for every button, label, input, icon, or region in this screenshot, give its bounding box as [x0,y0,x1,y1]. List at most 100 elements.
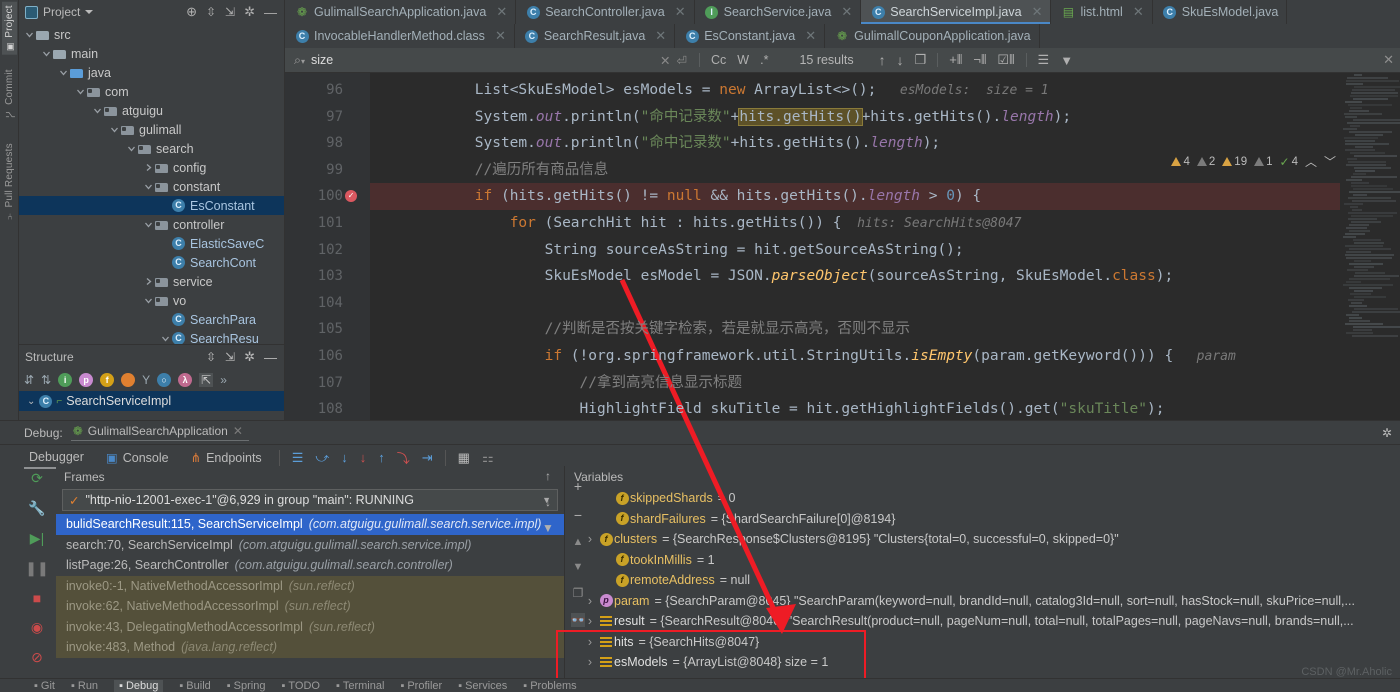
tab-console[interactable]: ▣ Console [101,447,174,468]
variables-list[interactable]: f skippedShards = 0 f shardFailures = {ShardS… [566,488,1400,673]
editor-tab[interactable]: C SearchController.java ✕ [516,0,695,24]
view-breakpoints-icon[interactable]: ◉ [31,619,43,636]
regex-newline-icon[interactable]: ⏎ [677,53,687,68]
evaluate-icon[interactable]: ▦ [458,450,470,466]
search-input[interactable]: ⌕▾ size ✕ ⏎ [288,49,693,71]
autoscroll-icon[interactable]: ⇱ [199,373,214,387]
variable-row[interactable]: › f clusters = {SearchResponse$Clusters@819… [566,529,1400,550]
filter-icon[interactable]: ▼ [542,521,554,535]
step-over-icon[interactable]: ⤻ [315,450,329,466]
stop-icon[interactable]: ■ [33,590,41,606]
status-bar-item-profiler[interactable]: ▪ Profiler [400,680,442,692]
chevron-down-icon[interactable] [85,10,94,14]
structure-node-selected[interactable]: ⌄ C ⌐ SearchServiceImpl [19,391,284,411]
tool-window-button-commit[interactable]: ⌥ Commit [2,66,17,122]
status-bar-item-problems[interactable]: ▪ Problems [523,680,576,692]
code-line[interactable]: SkuEsModel esModel = JSON.parseObject(so… [370,263,1174,290]
inspection-warning-1[interactable]: 4 [1171,156,1190,168]
inspection-warning-4[interactable]: 1 [1254,156,1273,168]
tree-node[interactable]: controller [19,215,284,234]
editor-tab[interactable]: ❁ GulimallCouponApplication.java [825,24,1040,48]
sort-alphabetically-icon[interactable]: ⇅ [41,373,51,387]
tree-node[interactable]: C SearchPara [19,310,284,329]
close-icon[interactable]: ✕ [805,28,816,44]
code-line[interactable]: //遍历所有商品信息 [370,157,608,184]
run-to-cursor-icon[interactable]: ⇥ [422,450,433,466]
tab-endpoints[interactable]: ⋔ Endpoints [186,447,267,468]
code-line[interactable]: String sourceAsString = hit.getSourceAsS… [370,237,964,264]
tree-node[interactable]: C SearchCont [19,253,284,272]
variable-row[interactable]: f shardFailures = {ShardSearchFailure[0]@8… [566,509,1400,530]
variable-row[interactable]: f remoteAddress = null [566,570,1400,591]
prev-match-icon[interactable]: ↑ [879,52,886,68]
resume-icon[interactable]: ▶| [30,530,44,547]
expand-all-icon[interactable]: ⇳ [206,350,216,364]
minimize-icon[interactable]: — [264,5,277,20]
tree-node[interactable]: constant [19,177,284,196]
chevron-down-icon[interactable] [143,220,154,229]
chevron-down-icon[interactable] [92,106,103,115]
editor-minimap[interactable] [1340,73,1400,420]
collapse-all-icon[interactable]: ⇲ [225,350,235,364]
gear-icon[interactable]: ✲ [1382,426,1400,440]
code-line[interactable]: HighlightField skuTitle = hit.getHighlig… [370,396,1165,420]
close-icon[interactable]: ✕ [841,4,852,20]
add-to-watches-icon[interactable]: + [574,478,582,494]
settings-icon[interactable]: ⚏ [482,450,494,466]
tree-node[interactable]: vo [19,291,284,310]
tree-node[interactable]: search [19,139,284,158]
chevron-down-icon[interactable] [143,182,154,191]
tree-node[interactable]: main [19,44,284,63]
show-properties-icon[interactable]: p [79,373,94,387]
search-icon[interactable]: ⌕▾ [294,53,305,68]
more-icon[interactable]: » [220,373,227,387]
lambda-icon[interactable]: λ [178,373,193,387]
editor-tab[interactable]: C SearchResult.java ✕ [514,24,676,48]
clear-icon[interactable]: ✕ [660,53,670,68]
add-selection-icon[interactable]: +⫴ [949,52,962,68]
variable-row[interactable]: › hits = {SearchHits@8047} [566,632,1400,653]
up-icon[interactable]: ▲ [573,536,584,548]
status-bar-item-run[interactable]: ▪ Run [71,680,98,692]
frame-row[interactable]: invoke:483, Method (java.lang.reflect) [56,637,564,658]
code-line[interactable]: System.out.println("命中记录数"+hits.getHits(… [370,130,940,157]
show-fields-icon[interactable]: f [100,373,115,387]
close-icon[interactable]: ✕ [233,424,243,438]
close-icon[interactable]: ✕ [496,4,507,20]
rerun-icon[interactable]: ⟳ [31,470,43,487]
code-line[interactable]: List<SkuEsModel> esModels = new ArrayLis… [370,77,1049,104]
minimize-icon[interactable]: — [264,350,277,365]
project-tree[interactable]: src main java com atguigu gulimall search confi… [19,24,284,344]
tree-node[interactable]: com [19,82,284,101]
variable-row[interactable]: f skippedShards = 0 [566,488,1400,509]
down-icon[interactable]: ↓ [545,495,551,509]
inspection-ok[interactable]: ✓ 4 [1280,155,1298,169]
chevron-down-icon[interactable]: ⌄ [27,396,35,407]
chevron-down-icon[interactable] [126,144,137,153]
expand-all-icon[interactable]: ⇳ [206,5,216,19]
tree-node[interactable]: C EsConstant [19,196,284,215]
show-non-public-icon[interactable] [121,373,136,387]
frame-row[interactable]: invoke:43, DelegatingMethodAccessorImpl (… [56,616,564,637]
force-step-into-icon[interactable]: ↓ [360,450,367,465]
editor-tab[interactable]: C SkuEsModel.java [1152,0,1288,24]
gear-icon[interactable]: ✲ [244,349,255,365]
down-icon[interactable]: ▼ [573,561,584,573]
status-bar-item-build[interactable]: ▪ Build [179,680,210,692]
frame-row[interactable]: search:70, SearchServiceImpl (com.atguigu… [56,535,564,556]
copy-value-icon[interactable]: ❐ [573,586,584,600]
pause-icon[interactable]: ❚❚ [25,560,48,577]
frame-row[interactable]: bulidSearchResult:115, SearchServiceImpl… [56,514,564,535]
variable-row[interactable]: › result = {SearchResult@8046} "SearchResu… [566,611,1400,632]
code-editor[interactable]: 96 97 98 99 100 ✓ 101 102 103 104 105 106 107 108 Lis… [285,73,1400,420]
regex-toggle[interactable]: .* [760,53,768,67]
tree-node[interactable]: C ElasticSaveC [19,234,284,253]
tool-window-button-project[interactable]: ▣ Project [2,2,17,55]
code-line[interactable]: for (SearchHit hit : hits.getHits()) { h… [370,210,1022,237]
close-icon[interactable]: ✕ [655,28,666,44]
editor-code-area[interactable]: List<SkuEsModel> esModels = new ArrayLis… [370,73,1340,420]
filter-lines-icon[interactable]: ☰ [1038,52,1050,68]
code-line[interactable]: System.out.println("命中记录数"+hits.getHits(… [370,104,1071,131]
step-into-icon[interactable]: ↓ [341,450,348,465]
variable-row[interactable]: › p param = {SearchParam@8045} "SearchParam… [566,591,1400,612]
